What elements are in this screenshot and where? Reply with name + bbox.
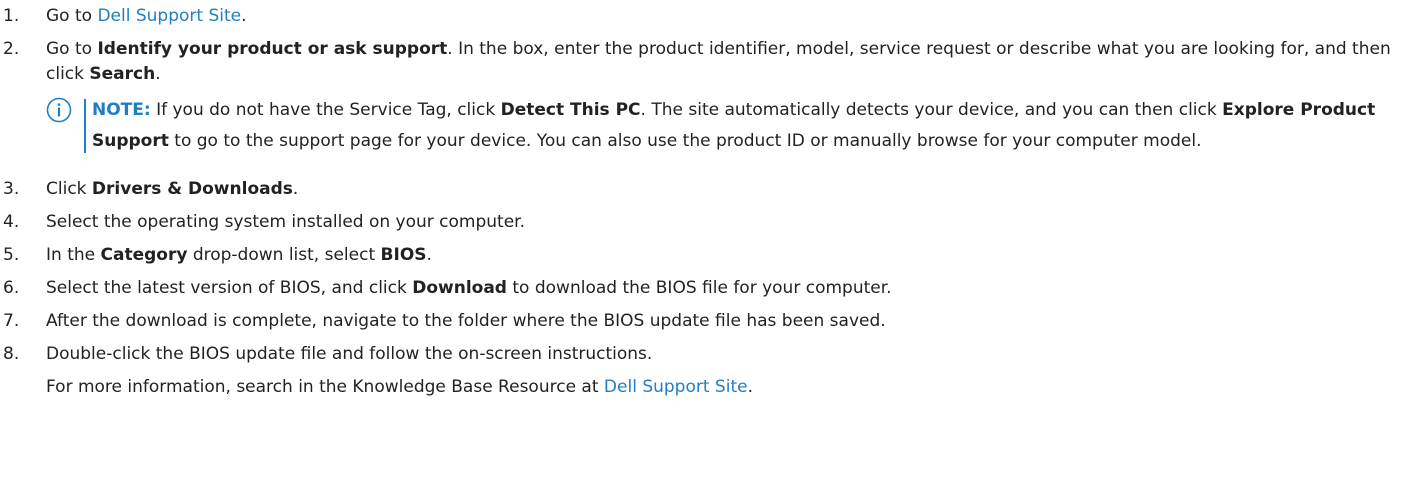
step-number: 4 bbox=[3, 210, 19, 235]
step-3: 3 Click Drivers & Downloads. bbox=[0, 177, 1402, 202]
step-7: 7 After the download is complete, naviga… bbox=[0, 309, 1402, 334]
more-info-paragraph: For more information, search in the Know… bbox=[0, 375, 1402, 400]
info-icon bbox=[46, 97, 72, 123]
step-text: drop-down list, select bbox=[187, 245, 381, 265]
followup-text: For more information, search in the Know… bbox=[46, 377, 604, 397]
step-number: 2 bbox=[3, 37, 19, 62]
step-text: Select the latest version of BIOS, and c… bbox=[46, 278, 413, 298]
step-2: 2 Go to Identify your product or ask sup… bbox=[0, 37, 1402, 87]
step-text: to download the BIOS file for your compu… bbox=[506, 278, 892, 298]
bios-update-steps: 1 Go to Dell Support Site. 2 Go to Ident… bbox=[0, 0, 1402, 400]
note-accent-bar bbox=[84, 99, 86, 153]
step-number: 8 bbox=[3, 342, 19, 367]
note-text: . The site automatically detects your de… bbox=[640, 100, 1223, 120]
note-emphasis: Detect This PC bbox=[500, 100, 641, 120]
step-emphasis: Drivers & Downloads bbox=[91, 179, 293, 199]
step-text: . bbox=[426, 245, 432, 265]
note-text: to go to the support page for your devic… bbox=[168, 131, 1202, 151]
dell-support-site-link[interactable]: Dell Support Site bbox=[604, 377, 748, 397]
step-emphasis: BIOS bbox=[380, 245, 427, 265]
step-1: 1 Go to Dell Support Site. bbox=[0, 4, 1402, 29]
step-text: . bbox=[155, 64, 161, 84]
step-text: Click bbox=[46, 179, 92, 199]
note-callout: NOTE: If you do not have the Service Tag… bbox=[46, 95, 1386, 157]
step-5: 5 In the Category drop-down list, select… bbox=[0, 243, 1402, 268]
note-text: If you do not have the Service Tag, clic… bbox=[150, 100, 501, 120]
step-number: 7 bbox=[3, 309, 19, 334]
step-number: 6 bbox=[3, 276, 19, 301]
step-number: 5 bbox=[3, 243, 19, 268]
step-emphasis: Download bbox=[412, 278, 507, 298]
step-text: Go to bbox=[46, 6, 98, 26]
step-4: 4 Select the operating system installed … bbox=[0, 210, 1402, 235]
dell-support-site-link[interactable]: Dell Support Site bbox=[97, 6, 241, 26]
step-8: 8 Double-click the BIOS update file and … bbox=[0, 342, 1402, 367]
step-text: . bbox=[241, 6, 247, 26]
note-label: NOTE: bbox=[92, 100, 151, 120]
step-text: Select the operating system installed on… bbox=[46, 212, 526, 232]
step-6: 6 Select the latest version of BIOS, and… bbox=[0, 276, 1402, 301]
step-emphasis: Search bbox=[89, 64, 156, 84]
step-text: Double-click the BIOS update file and fo… bbox=[46, 344, 653, 364]
step-text: Go to bbox=[46, 39, 98, 59]
step-number: 1 bbox=[3, 4, 19, 29]
followup-text: . bbox=[747, 377, 753, 397]
step-emphasis: Identify your product or ask support bbox=[97, 39, 448, 59]
step-text: In the bbox=[46, 245, 101, 265]
step-emphasis: Category bbox=[100, 245, 188, 265]
step-text: After the download is complete, navigate… bbox=[46, 311, 886, 331]
step-text: . bbox=[292, 179, 299, 199]
step-number: 3 bbox=[3, 177, 19, 202]
